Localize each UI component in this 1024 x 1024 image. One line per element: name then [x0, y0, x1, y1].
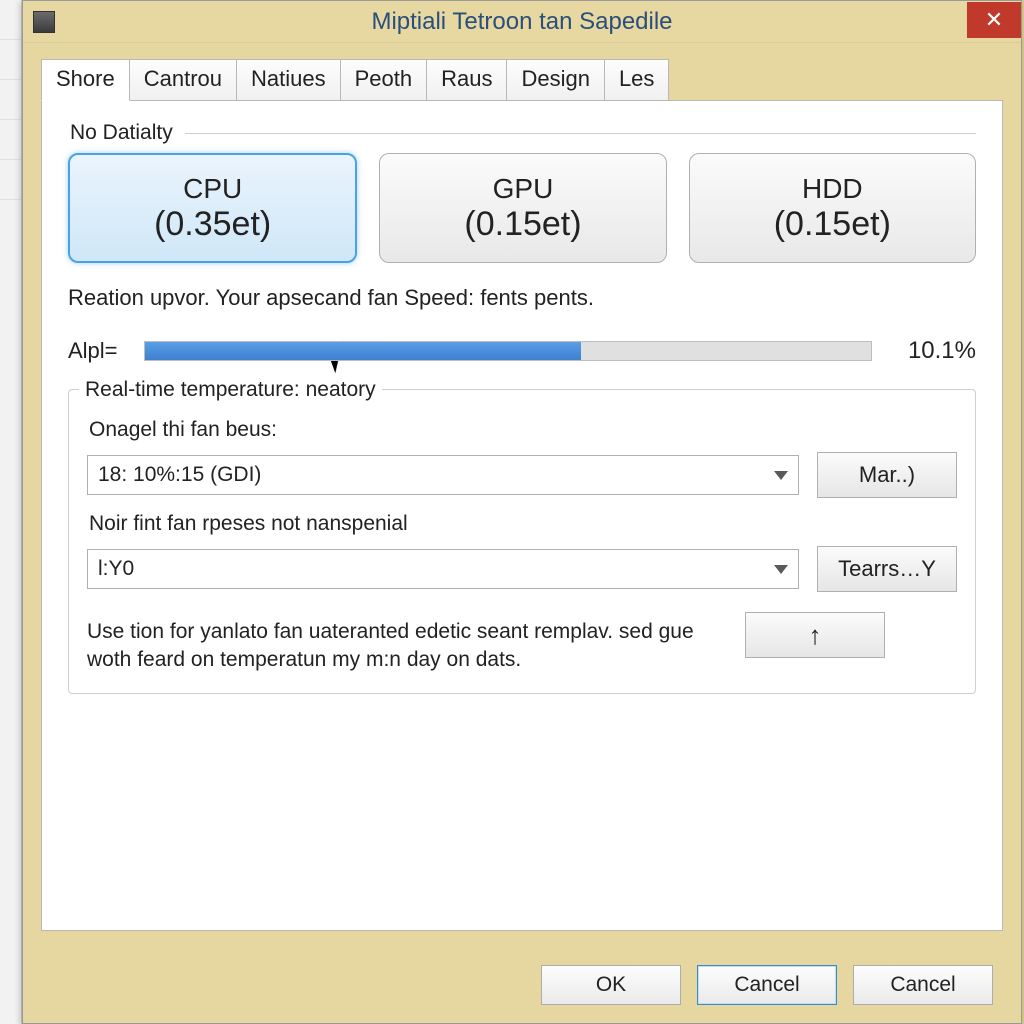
sensor-cards: CPU (0.35et) GPU (0.15et) HDD (0.15et) [68, 153, 976, 263]
tab-natiues[interactable]: Natiues [236, 59, 341, 100]
row2: l:Y0 Tearrs…Y [87, 546, 957, 592]
card-cpu[interactable]: CPU (0.35et) [68, 153, 357, 263]
card-value: (0.15et) [464, 205, 581, 244]
card-value: (0.15et) [774, 205, 891, 244]
tab-shore[interactable]: Shore [41, 59, 130, 101]
hint-row: Use tion for yanlato fan uateranted edet… [87, 604, 957, 675]
up-arrow-button[interactable]: ↑ [745, 612, 885, 658]
progress-fill [145, 342, 581, 360]
window-title: Miptiali Tetroon tan Sapedile [23, 8, 1021, 36]
card-title: CPU [183, 173, 242, 205]
chevron-down-icon [774, 565, 788, 574]
card-title: HDD [802, 173, 863, 205]
tab-les[interactable]: Les [604, 59, 669, 100]
row2-combobox[interactable]: l:Y0 [87, 549, 799, 589]
tab-cantrou[interactable]: Cantrou [129, 59, 237, 100]
card-value: (0.35et) [154, 205, 271, 244]
cancel-button-2[interactable]: Cancel [853, 965, 993, 1005]
row2-label: Noir fint fan rpeses not nanspenial [89, 512, 957, 536]
progress-bar[interactable] [144, 341, 872, 361]
fieldset-legend: Real-time temperature: neatory [79, 378, 382, 402]
tab-content: No Datialty CPU (0.35et) GPU (0.15et) HD… [41, 101, 1003, 931]
card-title: GPU [493, 173, 554, 205]
temperature-fieldset: Real-time temperature: neatory Onagel th… [68, 389, 976, 694]
cancel-button[interactable]: Cancel [697, 965, 837, 1005]
group-header: No Datialty [70, 121, 976, 145]
row1-value: 18: 10%:15 (GDI) [98, 463, 261, 487]
card-gpu[interactable]: GPU (0.15et) [379, 153, 666, 263]
titlebar[interactable]: Miptiali Tetroon tan Sapedile ✕ [23, 1, 1021, 43]
left-background-strip [0, 0, 22, 1024]
description-text: Reation upvor. Your apsecand fan Speed: … [68, 285, 976, 311]
tab-peoth[interactable]: Peoth [340, 59, 428, 100]
tab-strip: Shore Cantrou Natiues Peoth Raus Design … [41, 59, 1003, 101]
row1-button[interactable]: Mar..) [817, 452, 957, 498]
row1-label: Onagel thi fan beus: [89, 418, 957, 442]
dialog-button-bar: OK Cancel Cancel [541, 965, 993, 1005]
row1-combobox[interactable]: 18: 10%:15 (GDI) [87, 455, 799, 495]
dialog-window: Miptiali Tetroon tan Sapedile ✕ Shore Ca… [22, 0, 1022, 1024]
ok-button[interactable]: OK [541, 965, 681, 1005]
progress-row: Alpl= 10.1% [68, 337, 976, 365]
card-hdd[interactable]: HDD (0.15et) [689, 153, 976, 263]
row2-button[interactable]: Tearrs…Y [817, 546, 957, 592]
arrow-up-icon: ↑ [809, 620, 822, 651]
tab-design[interactable]: Design [506, 59, 604, 100]
row2-value: l:Y0 [98, 557, 134, 581]
hint-text: Use tion for yanlato fan uateranted edet… [87, 618, 727, 675]
chevron-down-icon [774, 471, 788, 480]
row1: 18: 10%:15 (GDI) Mar..) [87, 452, 957, 498]
progress-percent: 10.1% [886, 337, 976, 365]
client-area: Shore Cantrou Natiues Peoth Raus Design … [23, 43, 1021, 931]
tab-raus[interactable]: Raus [426, 59, 507, 100]
progress-label: Alpl= [68, 338, 130, 364]
